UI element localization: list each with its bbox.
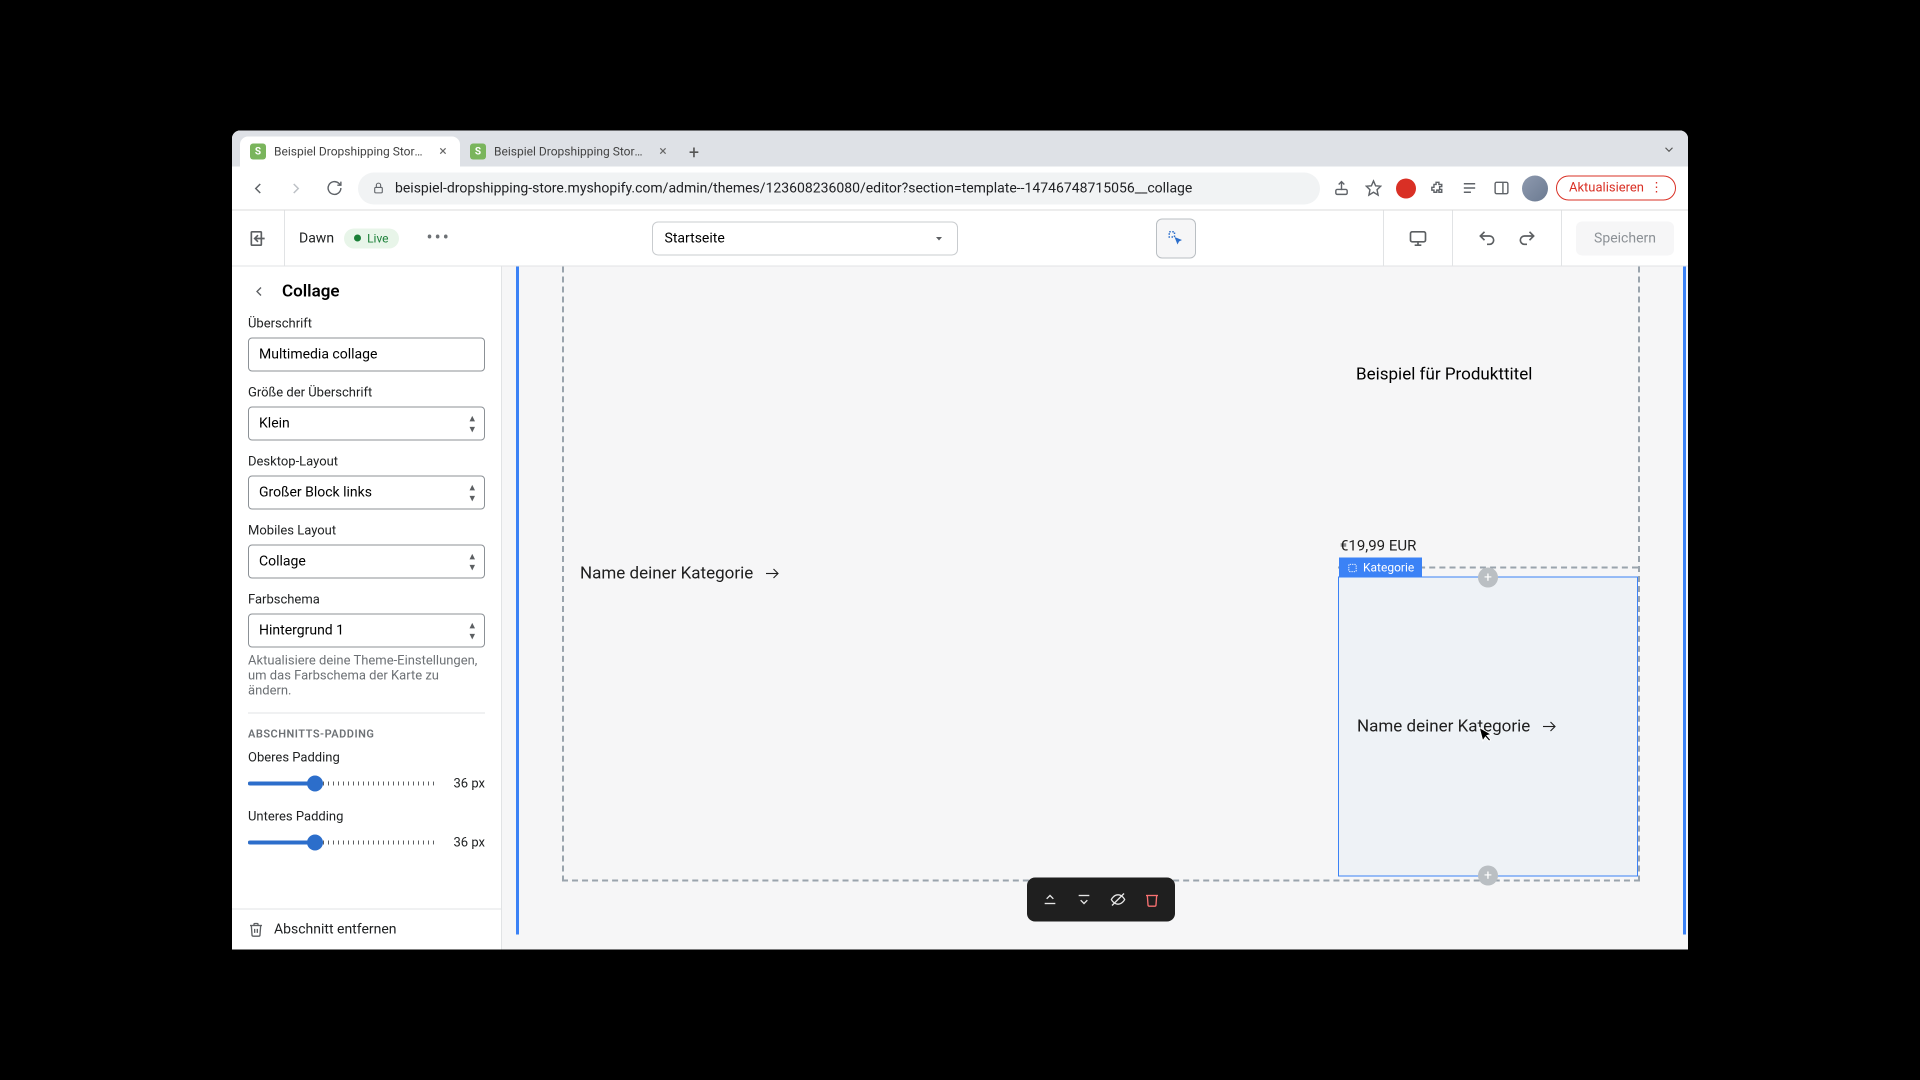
arrow-right-icon [763, 564, 781, 582]
mobile-layout-select[interactable]: Collage [248, 545, 485, 579]
trash-icon [248, 922, 264, 938]
update-pill-button[interactable]: Aktualisieren ⋮ [1556, 176, 1676, 201]
arrow-right-icon [1540, 718, 1558, 736]
divider [248, 713, 485, 714]
live-badge: Live [344, 228, 398, 248]
tag-icon [1347, 562, 1358, 573]
update-label: Aktualisieren [1569, 181, 1644, 196]
page-selected-label: Startseite [665, 230, 725, 246]
url-text: beispiel-dropshipping-store.myshopify.co… [395, 180, 1192, 196]
section-title: Collage [282, 282, 340, 302]
color-scheme-select[interactable]: Hintergrund 1 [248, 614, 485, 648]
shopify-favicon-icon: S [250, 144, 266, 160]
browser-tab[interactable]: S Beispiel Dropshipping Store · E × [460, 137, 680, 167]
add-block-after-button[interactable]: + [1478, 866, 1498, 886]
remove-section-label: Abschnitt entfernen [274, 922, 397, 938]
desktop-layout-label: Desktop-Layout [248, 455, 485, 470]
page-select[interactable]: Startseite [652, 221, 958, 255]
heading-input[interactable] [248, 338, 485, 372]
profile-avatar[interactable] [1522, 175, 1548, 201]
extension-icon[interactable] [1394, 176, 1418, 200]
reading-list-icon[interactable] [1458, 176, 1482, 200]
address-bar: beispiel-dropshipping-store.myshopify.co… [232, 167, 1688, 211]
top-padding-slider[interactable] [248, 772, 435, 796]
top-padding-value: 36 px [445, 776, 485, 791]
product-price: €19,99 EUR [1340, 537, 1416, 555]
desktop-layout-select[interactable]: Großer Block links [248, 476, 485, 510]
top-padding-label: Oberes Padding [248, 751, 485, 766]
save-button[interactable]: Speichern [1576, 221, 1674, 255]
theme-name: Dawn [299, 230, 334, 246]
desktop-view-button[interactable] [1398, 218, 1438, 258]
inspector-toggle-button[interactable] [1156, 218, 1196, 258]
close-icon[interactable]: × [656, 145, 670, 159]
editor-toolbar: Dawn Live ••• Startseite [232, 211, 1688, 267]
preview-canvas[interactable]: Name deiner Kategorie Beispiel für Produ… [502, 267, 1688, 950]
share-icon[interactable] [1330, 176, 1354, 200]
exit-editor-button[interactable] [246, 226, 270, 250]
reload-button[interactable] [320, 174, 348, 202]
collage-product-block[interactable]: Beispiel für Produkttitel €19,99 EUR [1338, 267, 1638, 569]
caret-down-icon [933, 232, 945, 244]
kebab-icon: ⋮ [1650, 181, 1663, 196]
settings-sidebar: Collage Überschrift Größe der Überschrif… [232, 267, 502, 950]
mobile-layout-label: Mobiles Layout [248, 524, 485, 539]
tab-title: Beispiel Dropshipping Store · D [274, 145, 428, 159]
more-menu-button[interactable]: ••• [427, 228, 451, 249]
bottom-padding-label: Unteres Padding [248, 810, 485, 825]
block-type-tag: Kategorie [1339, 558, 1422, 578]
category-link-text: Name deiner Kategorie [1357, 717, 1530, 737]
undo-button[interactable] [1467, 218, 1507, 258]
redo-button[interactable] [1507, 218, 1547, 258]
delete-block-button[interactable] [1137, 886, 1167, 914]
bottom-padding-slider[interactable] [248, 831, 435, 855]
bookmark-star-icon[interactable] [1362, 176, 1386, 200]
extensions-puzzle-icon[interactable] [1426, 176, 1450, 200]
move-down-button[interactable] [1069, 886, 1099, 914]
heading-label: Überschrift [248, 317, 485, 332]
close-icon[interactable]: × [436, 145, 450, 159]
bottom-padding-value: 36 px [445, 835, 485, 850]
back-button[interactable] [244, 174, 272, 202]
color-scheme-label: Farbschema [248, 593, 485, 608]
tab-strip: S Beispiel Dropshipping Store · D × S Be… [232, 131, 1688, 167]
chevron-down-icon[interactable] [1662, 143, 1676, 157]
visibility-toggle-button[interactable] [1103, 886, 1133, 914]
back-button[interactable] [248, 281, 270, 303]
new-tab-button[interactable]: + [680, 139, 708, 167]
forward-button[interactable] [282, 174, 310, 202]
color-scheme-help-text: Aktualisiere deine Theme-Einstellungen, … [248, 654, 485, 699]
shopify-favicon-icon: S [470, 144, 486, 160]
url-field[interactable]: beispiel-dropshipping-store.myshopify.co… [358, 172, 1320, 204]
padding-group-label: ABSCHNITTS-PADDING [248, 728, 485, 741]
collage-large-block[interactable]: Name deiner Kategorie [564, 267, 1172, 880]
add-block-before-button[interactable]: + [1478, 568, 1498, 588]
product-title: Beispiel für Produkttitel [1356, 365, 1620, 385]
browser-tab[interactable]: S Beispiel Dropshipping Store · D × [240, 137, 460, 167]
lock-icon [372, 182, 385, 195]
status-dot-icon [354, 235, 361, 242]
move-up-button[interactable] [1035, 886, 1065, 914]
category-link-text: Name deiner Kategorie [580, 563, 753, 583]
remove-section-button[interactable]: Abschnitt entfernen [232, 909, 501, 950]
heading-size-select[interactable]: Klein [248, 407, 485, 441]
block-action-toolbar [1027, 878, 1175, 922]
heading-size-label: Größe der Überschrift [248, 386, 485, 401]
side-panel-icon[interactable] [1490, 176, 1514, 200]
tab-title: Beispiel Dropshipping Store · E [494, 145, 648, 159]
